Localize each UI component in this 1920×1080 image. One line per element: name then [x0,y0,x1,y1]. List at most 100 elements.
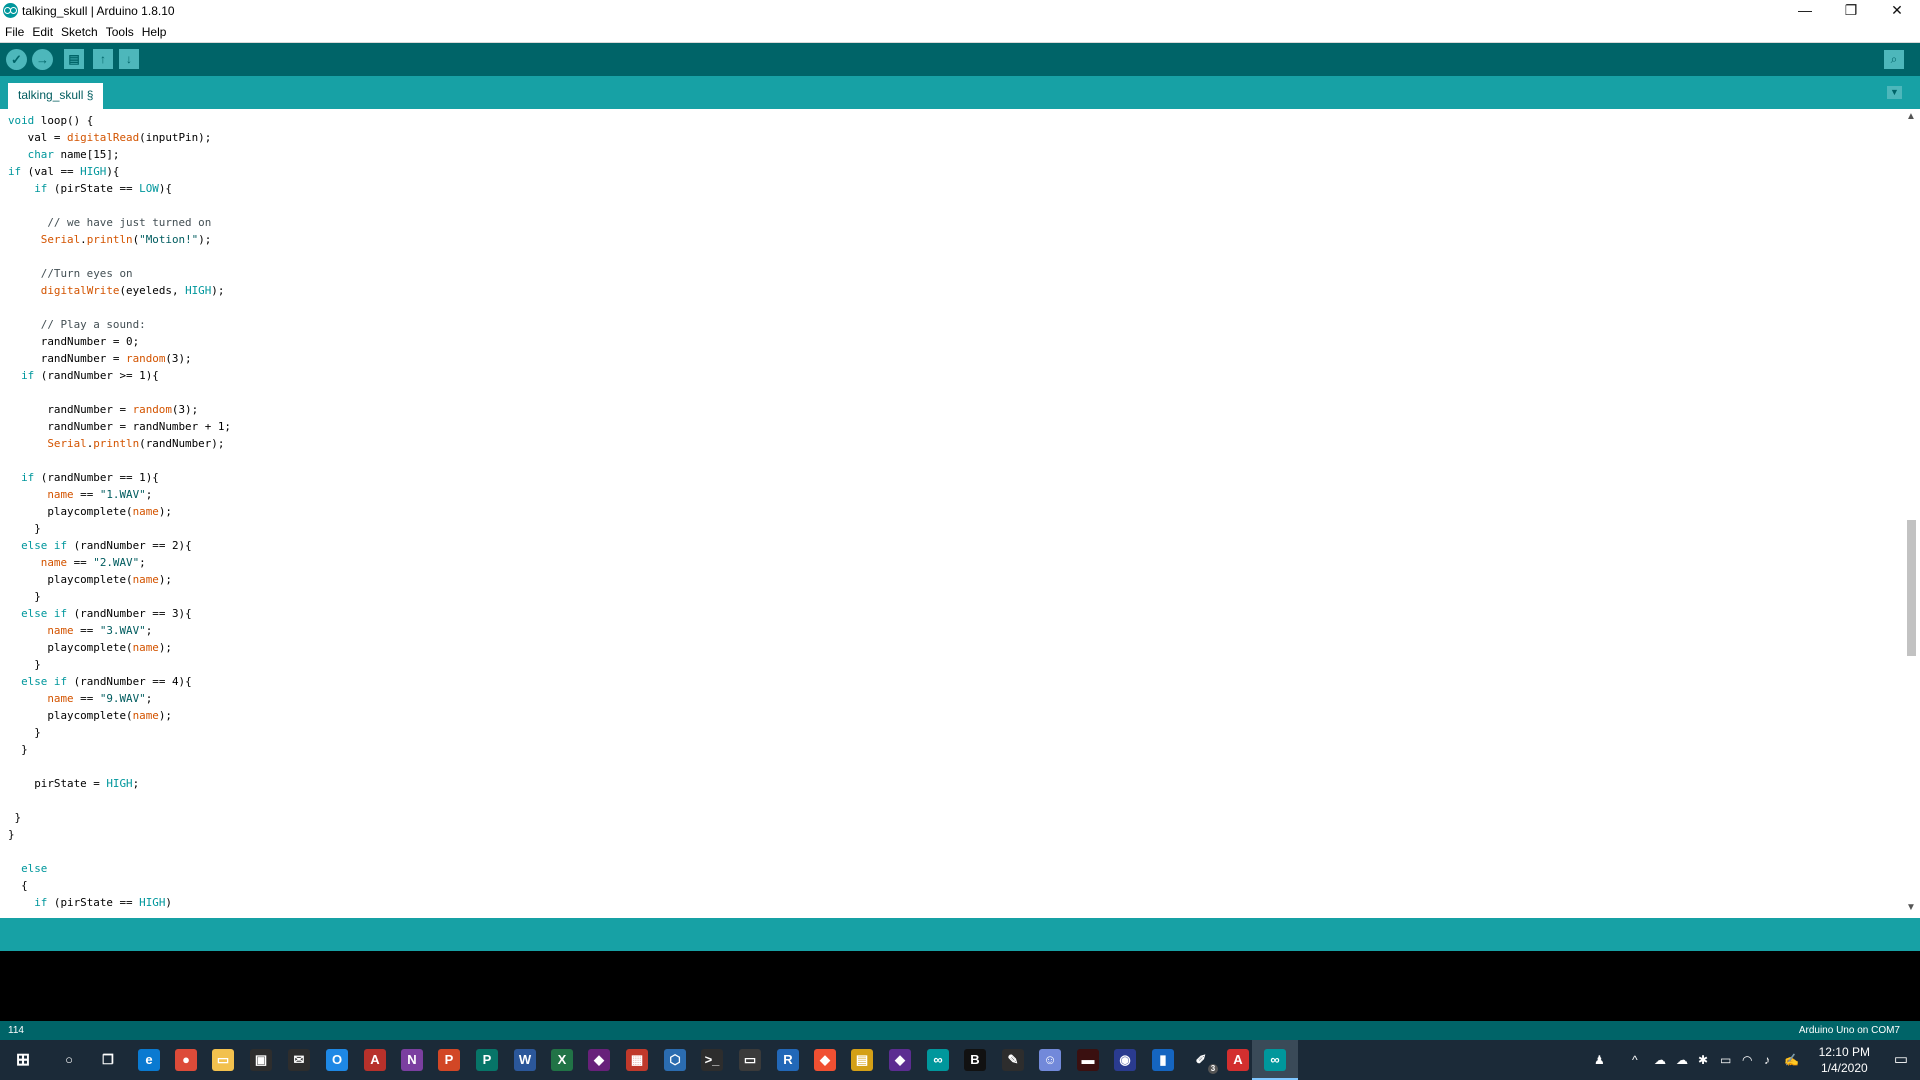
code-line[interactable]: } [8,741,1903,758]
powerpoint-icon[interactable]: P [438,1049,460,1071]
code-line[interactable]: if (randNumber >= 1){ [8,367,1903,384]
code-line[interactable]: else if (randNumber == 3){ [8,605,1903,622]
edge-icon[interactable]: e [138,1049,160,1071]
console-output[interactable] [0,951,1920,1021]
code-line[interactable]: randNumber = random(3); [8,401,1903,418]
scroll-up-icon[interactable]: ▲ [1906,111,1916,122]
onenote-icon[interactable]: N [401,1049,423,1071]
excel-icon[interactable]: X [551,1049,573,1071]
arduino-icon[interactable]: ∞ [927,1049,949,1071]
code-line[interactable]: // Play a sound: [8,316,1903,333]
inkscape-icon[interactable]: ✎ [1002,1049,1024,1071]
file-explorer-icon[interactable]: ▭ [212,1049,234,1071]
menu-edit[interactable]: Edit [29,22,56,42]
scrollbar-thumb[interactable] [1907,520,1916,656]
code-line[interactable]: name == "2.WAV"; [8,554,1903,571]
code-line[interactable]: //Turn eyes on [8,265,1903,282]
menu-file[interactable]: File [2,22,27,42]
code-line[interactable]: else if (randNumber == 4){ [8,673,1903,690]
minimize-button[interactable]: — [1782,0,1828,22]
task-view-icon[interactable]: ❐ [97,1049,119,1071]
store-icon[interactable]: ▣ [250,1049,272,1071]
code-line[interactable]: } [8,826,1903,843]
serial-monitor-button[interactable]: ⌕ [1884,50,1904,69]
code-line[interactable]: Serial.println(randNumber); [8,435,1903,452]
onedrive-icon[interactable]: ☁ [1654,1053,1666,1067]
b-app-icon[interactable]: B [964,1049,986,1071]
code-line[interactable]: if (pirState == LOW){ [8,180,1903,197]
code-line[interactable]: name == "1.WAV"; [8,486,1903,503]
folder-lock-icon[interactable]: ▤ [851,1049,873,1071]
code-line[interactable]: playcomplete(name); [8,503,1903,520]
verify-button[interactable]: ✓ [6,49,27,70]
code-line[interactable] [8,758,1903,775]
code-line[interactable]: // we have just turned on [8,214,1903,231]
cube-app-icon[interactable]: ⬡ [664,1049,686,1071]
code-line[interactable]: } [8,656,1903,673]
code-line[interactable]: Serial.println("Motion!"); [8,231,1903,248]
upload-button[interactable]: → [32,49,53,70]
publisher-icon[interactable]: P [476,1049,498,1071]
restore-button[interactable]: ❐ [1828,0,1874,22]
people-icon[interactable]: ♟ [1594,1053,1605,1067]
dropbox-icon[interactable]: ✱ [1698,1053,1708,1067]
discord-icon[interactable]: ☺ [1039,1049,1061,1071]
code-line[interactable]: } [8,724,1903,741]
code-line[interactable]: randNumber = randNumber + 1; [8,418,1903,435]
clock[interactable]: 12:10 PM 1/4/2020 [1819,1044,1870,1076]
code-line[interactable] [8,384,1903,401]
editor-scrollbar[interactable]: ▲ ▼ [1903,109,1920,915]
show-hidden-icons-icon[interactable]: ^ [1632,1053,1638,1067]
outlook-icon[interactable]: O [326,1049,348,1071]
acrobat-icon[interactable]: A [1227,1049,1249,1071]
cloud-icon[interactable]: ☁ [1676,1053,1688,1067]
code-line[interactable]: else [8,860,1903,877]
save-sketch-button[interactable]: ↓ [119,49,139,69]
search-icon[interactable]: ○ [58,1049,80,1071]
code-line[interactable]: name == "3.WAV"; [8,622,1903,639]
open-sketch-button[interactable]: ↑ [93,49,113,69]
code-line[interactable]: else if (randNumber == 2){ [8,537,1903,554]
wifi-icon[interactable]: ◠ [1742,1053,1752,1067]
network-app-icon[interactable]: ◉ [1114,1049,1136,1071]
code-line[interactable] [8,299,1903,316]
r-icon[interactable]: R [777,1049,799,1071]
scroll-down-icon[interactable]: ▼ [1906,902,1916,913]
code-line[interactable]: randNumber = 0; [8,333,1903,350]
volume-icon[interactable]: ♪ [1764,1053,1770,1067]
code-line[interactable]: char name[15]; [8,146,1903,163]
tab-talking-skull[interactable]: talking_skull § [8,83,104,109]
access-icon[interactable]: A [364,1049,386,1071]
visual-studio-icon[interactable]: ◆ [588,1049,610,1071]
menu-sketch[interactable]: Sketch [58,22,101,42]
code-line[interactable]: playcomplete(name); [8,639,1903,656]
code-line[interactable]: { [8,877,1903,894]
window-app-icon[interactable]: ▭ [739,1049,761,1071]
chrome-icon[interactable]: ● [175,1049,197,1071]
code-line[interactable]: } [8,588,1903,605]
code-line[interactable]: digitalWrite(eyeleds, HIGH); [8,282,1903,299]
code-line[interactable] [8,843,1903,860]
code-line[interactable] [8,197,1903,214]
code-line[interactable]: randNumber = random(3); [8,350,1903,367]
tab-menu-button[interactable]: ▼ [1887,86,1902,99]
word-icon[interactable]: W [514,1049,536,1071]
code-line[interactable]: pirState = HIGH; [8,775,1903,792]
code-line[interactable] [8,248,1903,265]
code-line[interactable]: playcomplete(name); [8,707,1903,724]
code-line[interactable] [8,792,1903,809]
code-line[interactable]: playcomplete(name); [8,571,1903,588]
dark-app-icon[interactable]: ▬ [1077,1049,1099,1071]
code-line[interactable]: if (randNumber == 1){ [8,469,1903,486]
code-line[interactable]: if (val == HIGH){ [8,163,1903,180]
code-line[interactable]: } [8,809,1903,826]
notepad-icon[interactable]: ▮ [1152,1049,1174,1071]
new-sketch-button[interactable]: ▤ [64,49,84,69]
vs-code-icon[interactable]: ◆ [889,1049,911,1071]
code-line[interactable]: } [8,520,1903,537]
mail-icon[interactable]: ✉ [288,1049,310,1071]
pen-app-icon[interactable]: ✐ 3 [1190,1049,1218,1074]
terminal-icon[interactable]: >_ [701,1049,723,1071]
menu-help[interactable]: Help [139,22,170,42]
close-button[interactable]: ✕ [1874,0,1920,22]
